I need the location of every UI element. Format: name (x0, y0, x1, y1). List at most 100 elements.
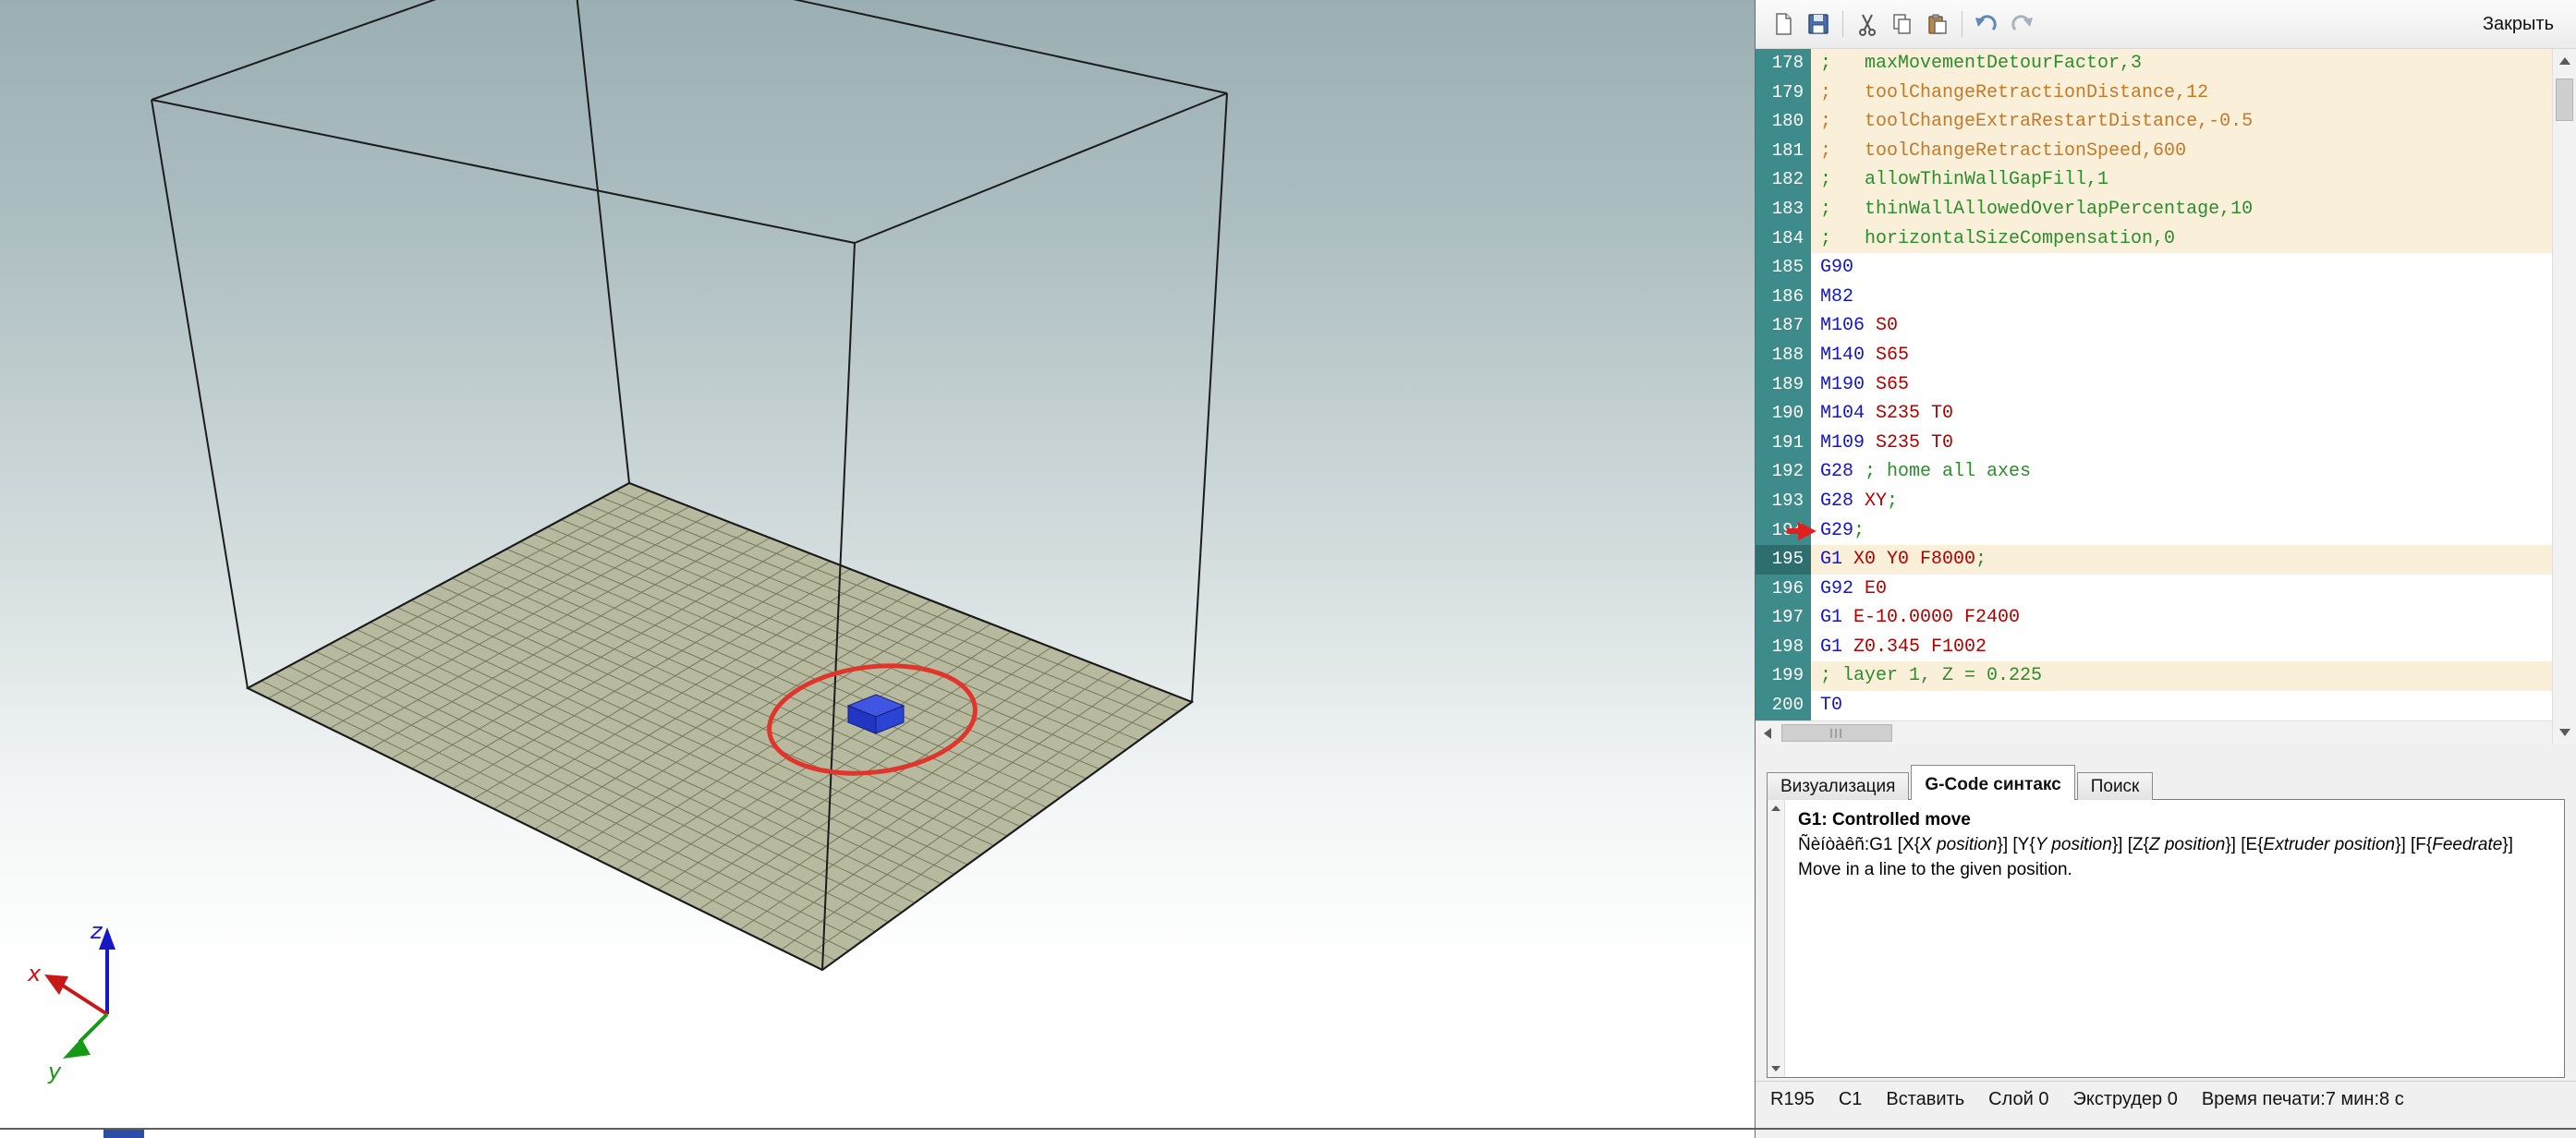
code-lines: 178; maxMovementDetourFactor,3179; toolC… (1756, 49, 2552, 720)
code-line[interactable]: 196G92 E0 (1756, 575, 2552, 604)
line-number[interactable]: 196 (1756, 575, 1811, 604)
close-button[interactable]: Закрыть (2483, 14, 2554, 35)
line-number[interactable]: 197 (1756, 603, 1811, 633)
line-number[interactable]: 187 (1756, 311, 1811, 341)
status-item: Время печати:7 мин:8 с (2202, 1089, 2404, 1138)
help-scrollbar[interactable] (1768, 800, 1785, 1077)
gcode-editor[interactable]: 178; maxMovementDetourFactor,3179; toolC… (1756, 49, 2576, 745)
copy-icon (1889, 11, 1915, 37)
paste-button[interactable] (1923, 9, 1952, 39)
code-line[interactable]: 198G1 Z0.345 F1002 (1756, 633, 2552, 662)
status-item: R195 (1770, 1089, 1815, 1138)
code-line[interactable]: 195G1 X0 Y0 F8000; (1756, 545, 2552, 575)
line-number[interactable]: 180 (1756, 107, 1811, 137)
save-button[interactable] (1804, 9, 1833, 39)
help-content: G1: Controlled move Ñèíòàêñ:G1 [X{X posi… (1785, 800, 2564, 1077)
syntax-help-panel: G1: Controlled move Ñèíòàêñ:G1 [X{X posi… (1767, 799, 2565, 1078)
tab-gcode-syntax[interactable]: G-Code синтакс (1911, 765, 2074, 800)
line-number[interactable]: 190 (1756, 399, 1811, 429)
vertical-scroll-thumb[interactable] (2556, 79, 2573, 121)
new-file-button[interactable] (1768, 9, 1798, 39)
code-line[interactable]: 183; thinWallAllowedOverlapPercentage,10 (1756, 195, 2552, 224)
help-scroll-down-button[interactable] (1768, 1060, 1784, 1077)
repetier-host-window: x z y (0, 0, 2576, 1138)
execution-marker-icon (1798, 522, 1817, 540)
cut-button[interactable] (1853, 9, 1882, 39)
code-line[interactable]: 179; toolChangeRetractionDistance,12 (1756, 79, 2552, 108)
code-line[interactable]: 181; toolChangeRetractionSpeed,600 (1756, 137, 2552, 166)
scroll-down-button[interactable] (2553, 720, 2576, 745)
z-axis-label: z (90, 918, 103, 944)
line-number[interactable]: 184 (1756, 224, 1811, 254)
code-line[interactable]: 199; layer 1, Z = 0.225 (1756, 661, 2552, 691)
code-line[interactable]: 190M104 S235 T0 (1756, 399, 2552, 429)
viewport-3d[interactable]: x z y (0, 0, 1755, 1138)
line-number[interactable]: 198 (1756, 633, 1811, 662)
line-number[interactable]: 178 (1756, 49, 1811, 79)
help-title: G1: Controlled move (1798, 807, 2551, 832)
code-line[interactable]: 185G90 (1756, 253, 2552, 283)
line-number[interactable]: 191 (1756, 429, 1811, 458)
redo-icon (2009, 11, 2035, 37)
code-line[interactable]: 182; allowThinWallGapFill,1 (1756, 165, 2552, 195)
copy-button[interactable] (1888, 9, 1917, 39)
undo-button[interactable] (1972, 9, 2001, 39)
gcode-panel: Закрыть 178; maxMovementDetourFactor,317… (1755, 0, 2576, 1138)
toolbar-separator (1842, 11, 1843, 37)
code-line[interactable]: 178; maxMovementDetourFactor,3 (1756, 49, 2552, 79)
help-syntax-line: Ñèíòàêñ:G1 [X{X position}] [Y{Y position… (1798, 832, 2551, 857)
line-number[interactable]: 192 (1756, 457, 1811, 487)
editor-horizontal-scrollbar[interactable] (1756, 720, 2552, 745)
editor-toolbar: Закрыть (1756, 0, 2576, 49)
line-number[interactable]: 195 (1756, 545, 1811, 575)
code-line[interactable]: 194G29; (1756, 516, 2552, 546)
code-line[interactable]: 188M140 S65 (1756, 341, 2552, 370)
line-number[interactable]: 186 (1756, 283, 1811, 312)
line-number[interactable]: 182 (1756, 165, 1811, 195)
code-line[interactable]: 197G1 E-10.0000 F2400 (1756, 603, 2552, 633)
3d-scene[interactable]: x z y (0, 0, 1755, 1138)
status-item: C1 (1839, 1089, 1863, 1138)
line-number[interactable]: 189 (1756, 370, 1811, 400)
window-bottom-edge (0, 1128, 2576, 1130)
line-number[interactable]: 199 (1756, 661, 1811, 691)
line-number[interactable]: 188 (1756, 341, 1811, 370)
code-line[interactable]: 193G28 XY; (1756, 487, 2552, 516)
tab-search[interactable]: Поиск (2077, 772, 2154, 800)
new-file-icon (1770, 11, 1796, 37)
line-number[interactable]: 193 (1756, 487, 1811, 516)
paste-icon (1925, 11, 1950, 37)
y-axis-arrow-icon (63, 1038, 91, 1059)
code-line[interactable]: 192G28 ; home all axes (1756, 457, 2552, 487)
line-number[interactable]: 185 (1756, 253, 1811, 283)
code-line[interactable]: 184; horizontalSizeCompensation,0 (1756, 224, 2552, 254)
tab-visualization[interactable]: Визуализация (1767, 772, 1909, 800)
line-number[interactable]: 200 (1756, 691, 1811, 720)
status-item: Вставить (1886, 1089, 1964, 1138)
line-number[interactable]: 179 (1756, 79, 1811, 108)
line-number[interactable]: 183 (1756, 195, 1811, 224)
cut-icon (1854, 11, 1880, 37)
code-line[interactable]: 200T0 (1756, 691, 2552, 720)
scroll-left-button[interactable] (1756, 721, 1780, 745)
line-number[interactable]: 181 (1756, 137, 1811, 166)
y-axis-label: y (47, 1059, 62, 1084)
undo-icon (1974, 11, 1999, 37)
code-line[interactable]: 187M106 S0 (1756, 311, 2552, 341)
status-item: Слой 0 (1988, 1089, 2048, 1138)
code-line[interactable]: 186M82 (1756, 283, 2552, 312)
taskbar-fragment (103, 1130, 144, 1138)
scroll-up-button[interactable] (2553, 49, 2576, 73)
x-axis-label: x (27, 961, 42, 987)
editor-vertical-scrollbar[interactable] (2552, 49, 2576, 745)
redo-button[interactable] (2007, 9, 2036, 39)
help-scroll-up-button[interactable] (1768, 800, 1784, 817)
code-line[interactable]: 191M109 S235 T0 (1756, 429, 2552, 458)
code-line[interactable]: 180; toolChangeExtraRestartDistance,-0.5 (1756, 107, 2552, 137)
help-description: Move in a line to the given position. (1798, 857, 2551, 882)
bottom-tabbar: ВизуализацияG-Code синтаксПоиск (1767, 765, 2155, 800)
axis-indicator: x z y (27, 918, 115, 1084)
print-bed-grid (248, 483, 1192, 970)
horizontal-scroll-thumb[interactable] (1781, 724, 1892, 742)
code-line[interactable]: 189M190 S65 (1756, 370, 2552, 400)
